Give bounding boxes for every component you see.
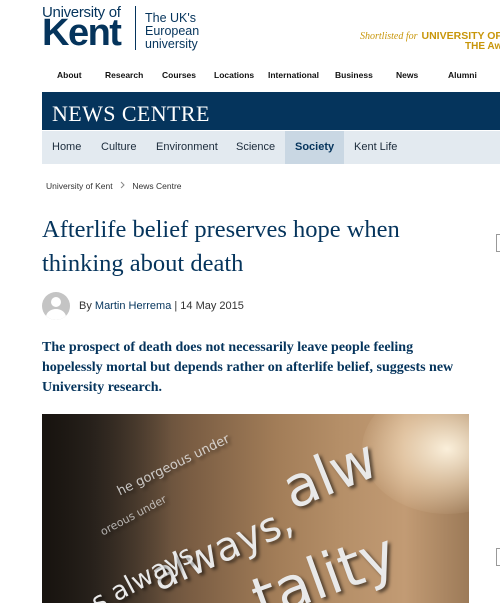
hero-light-glare — [362, 414, 469, 514]
shortlist-banner[interactable]: Shortlisted forUNIVERSITY OF T THE Aw — [360, 30, 500, 52]
topnav-courses[interactable]: Courses — [162, 70, 196, 80]
breadcrumb: University of Kent News Centre — [46, 181, 182, 191]
news-centre-bar: NEWS CENTRE — [42, 92, 500, 130]
article-hero-image: always, alw tality s always he gorgeous … — [42, 414, 469, 603]
article-headline: Afterlife belief preserves hope when thi… — [42, 216, 400, 277]
logo-kent: Kent — [42, 12, 122, 54]
topnav-international[interactable]: International — [268, 70, 319, 80]
subnav-society[interactable]: Society — [285, 131, 345, 164]
topnav-news[interactable]: News — [396, 70, 418, 80]
side-tab-lower[interactable] — [496, 548, 500, 566]
byline-by-label: By — [79, 300, 92, 312]
logo-divider — [135, 6, 136, 50]
topnav-alumni[interactable]: Alumni — [448, 70, 477, 80]
top-navigation: About Research Courses Locations Interna… — [0, 70, 500, 84]
article-standfirst: The prospect of death does not necessari… — [42, 340, 454, 395]
byline-text: By Martin Herrema | 14 May 2015 — [79, 300, 244, 312]
chevron-right-icon — [120, 181, 125, 191]
shortlist-prefix: Shortlisted for — [360, 31, 418, 42]
news-centre-title[interactable]: NEWS CENTRE — [52, 101, 210, 127]
logo-tagline: The UK's European university — [145, 11, 200, 51]
byline-date: 14 May 2015 — [180, 300, 244, 312]
shortlist-line2: THE Aw — [465, 41, 500, 52]
byline-author[interactable]: Martin Herrema — [95, 300, 171, 312]
topnav-locations[interactable]: Locations — [214, 70, 254, 80]
topnav-about[interactable]: About — [57, 70, 82, 80]
topnav-business[interactable]: Business — [335, 70, 373, 80]
subnav-kent-life[interactable]: Kent Life — [344, 131, 407, 164]
breadcrumb-news-centre[interactable]: News Centre — [132, 181, 181, 191]
side-tab[interactable] — [496, 234, 500, 252]
breadcrumb-university-of-kent[interactable]: University of Kent — [46, 181, 113, 191]
subnav-home[interactable]: Home — [42, 131, 91, 164]
subnav-culture[interactable]: Culture — [91, 131, 146, 164]
topnav-research[interactable]: Research — [105, 70, 143, 80]
subnav-environment[interactable]: Environment — [146, 131, 228, 164]
avatar-placeholder-icon — [42, 292, 70, 320]
subnav-science[interactable]: Science — [226, 131, 285, 164]
byline-separator: | — [174, 300, 178, 312]
section-navigation: Home Culture Environment Science Society… — [42, 131, 500, 164]
